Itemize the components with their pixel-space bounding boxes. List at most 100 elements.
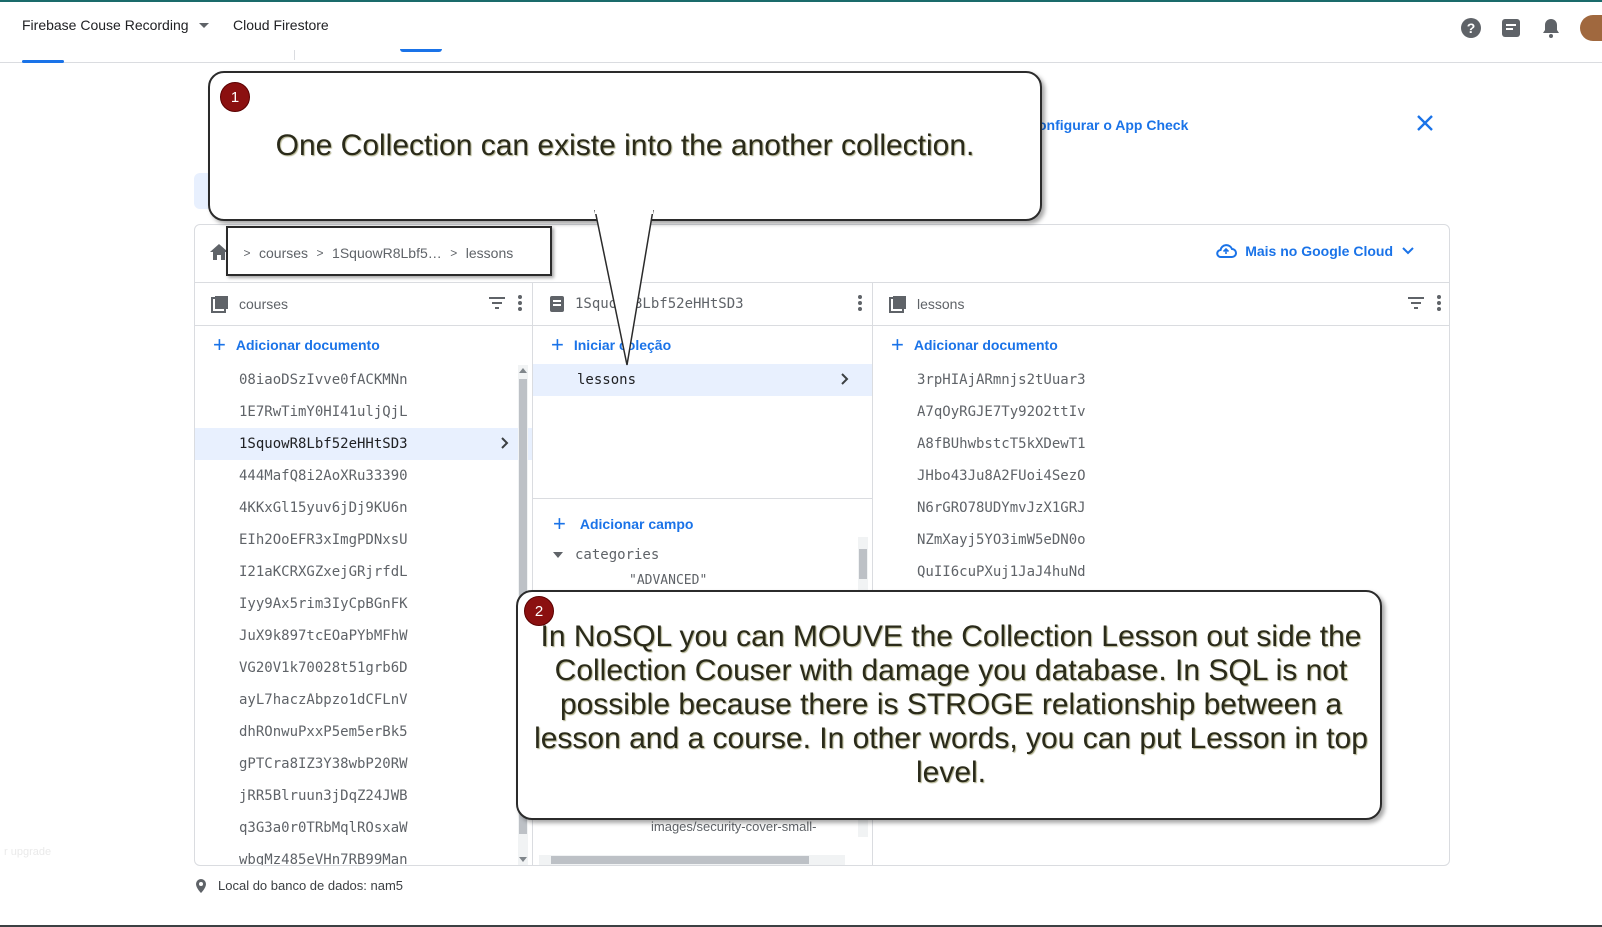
document-id: JHbo43Ju8A2FUoi4SezO — [917, 468, 1086, 484]
document-id: 08iaoDSzIvve0fACKMNn — [239, 372, 408, 388]
chevron-right-icon — [841, 373, 849, 385]
add-document-label: Adicionar documento — [913, 337, 1058, 353]
list-item[interactable]: 1E7RwTimY0HI41uljQjL — [195, 396, 532, 428]
add-field-button[interactable]: + Adicionar campo — [533, 505, 872, 543]
list-item[interactable]: NZmXayj5YO3imW5eDN0o — [873, 524, 1449, 556]
google-cloud-label: Mais no Google Cloud — [1245, 243, 1393, 259]
avatar[interactable] — [1580, 15, 1602, 41]
list-item[interactable]: A7qOyRGJE7Ty92O2ttIv — [873, 396, 1449, 428]
callout-2: 2 In NoSQL you can MOUVE the Collection … — [516, 590, 1382, 820]
google-cloud-link[interactable]: Mais no Google Cloud — [1215, 243, 1415, 259]
list-item[interactable]: EIh2OoEFR3xImgPDNxsU — [195, 524, 532, 556]
callout-1: 1 One Collection can existe into the ano… — [208, 71, 1042, 221]
plus-icon: + — [891, 332, 904, 357]
location-pin-icon — [196, 878, 206, 893]
column-title: lessons — [917, 296, 965, 312]
breadcrumb-highlight-box — [226, 226, 552, 276]
document-id: gPTCra8IZ3Y38wbP20RW — [239, 756, 408, 772]
more-vert-icon[interactable] — [858, 295, 862, 311]
list-item[interactable]: N6rGRO78UDYmvJzX1GRJ — [873, 492, 1449, 524]
tab-active-indicator — [22, 60, 64, 63]
list-item[interactable]: 3rpHIAjARmnjs2tUuar3 — [873, 364, 1449, 396]
document-id: A7qOyRGJE7Ty92O2ttIv — [917, 404, 1086, 420]
add-document-button[interactable]: + Adicionar documento — [195, 326, 532, 364]
top-icons: ? — [1460, 15, 1602, 41]
list-item[interactable]: dhROnwuPxxP5em5erBk5 — [195, 716, 532, 748]
feedback-icon[interactable] — [1500, 17, 1522, 39]
document-id: wbgMz485eVHn7RB99Man — [239, 852, 408, 866]
document-id: EIh2OoEFR3xImgPDNxsU — [239, 532, 408, 548]
document-id: N6rGRO78UDYmvJzX1GRJ — [917, 500, 1086, 516]
list-item[interactable]: JHbo43Ju8A2FUoi4SezO — [873, 460, 1449, 492]
more-vert-icon[interactable] — [1437, 295, 1441, 311]
app-check-link[interactable]: onfigurar o App Check — [1038, 117, 1188, 133]
document-id: NZmXayj5YO3imW5eDN0o — [917, 532, 1086, 548]
list-item[interactable]: Iyy9Ax5rim3IyCpBGnFK — [195, 588, 532, 620]
add-document-button[interactable]: + Adicionar documento — [873, 326, 1449, 364]
document-icon — [550, 296, 564, 312]
notifications-icon[interactable] — [1540, 17, 1562, 39]
list-item[interactable]: 4KKxGl15yuv6jDj9KU6n — [195, 492, 532, 524]
filter-icon[interactable] — [1407, 296, 1425, 310]
plus-icon: + — [551, 332, 564, 357]
document-id: 444MafQ8i2AoXRu33390 — [239, 468, 408, 484]
document-id: ayL7haczAbpzo1dCFLnV — [239, 692, 408, 708]
subcollection-name: lessons — [577, 372, 637, 388]
collection-column-courses: courses + Adicionar documento 08iaoDSzIv… — [195, 283, 533, 866]
add-document-label: Adicionar documento — [235, 337, 380, 353]
tab-bar-line — [0, 62, 1602, 63]
chevron-down-icon — [198, 22, 209, 28]
list-item[interactable]: wbgMz485eVHn7RB99Man — [195, 844, 532, 866]
list-item[interactable]: 1SquowR8Lbf52eHHtSD3 — [195, 428, 532, 460]
close-icon[interactable] — [1415, 113, 1435, 133]
tab-indicator-partial — [400, 49, 442, 52]
list-item[interactable]: q3G3a0r0TRbMqlROsxaW — [195, 812, 532, 844]
chevron-right-icon — [501, 437, 509, 449]
column-title: courses — [239, 296, 289, 312]
list-item[interactable]: 444MafQ8i2AoXRu33390 — [195, 460, 532, 492]
help-icon[interactable]: ? — [1460, 17, 1482, 39]
document-id: A8fBUhwbstcT5kXDewT1 — [917, 436, 1086, 452]
list-item[interactable]: VG20V1k70028t51grb6D — [195, 652, 532, 684]
filter-icon[interactable] — [488, 296, 506, 310]
document-id: 4KKxGl15yuv6jDj9KU6n — [239, 500, 408, 516]
document-list: 08iaoDSzIvve0fACKMNn 1E7RwTimY0HI41uljQjL… — [195, 364, 532, 866]
divider — [533, 498, 872, 499]
collection-icon — [211, 296, 228, 313]
list-item[interactable]: I21aKCRXGZxejGRjrfdL — [195, 556, 532, 588]
document-id: I21aKCRXGZxejGRjrfdL — [239, 564, 408, 580]
field-name: categories — [575, 547, 660, 563]
list-item[interactable]: jRR5Blruun3jDqZ24JWB — [195, 780, 532, 812]
more-vert-icon[interactable] — [518, 295, 522, 311]
project-name: Firebase Couse Recording — [22, 17, 189, 33]
callout-badge: 1 — [220, 82, 250, 112]
document-id: VG20V1k70028t51grb6D — [239, 660, 408, 676]
list-item[interactable]: gPTCra8IZ3Y38wbP20RW — [195, 748, 532, 780]
field-categories[interactable]: categories — [553, 547, 659, 563]
list-item[interactable]: 08iaoDSzIvve0fACKMNn — [195, 364, 532, 396]
database-location: Local do banco de dados: nam5 — [196, 878, 403, 893]
add-field-label: Adicionar campo — [579, 516, 694, 532]
document-id: 3rpHIAjARmnjs2tUuar3 — [917, 372, 1086, 388]
list-item[interactable]: ayL7haczAbpzo1dCFLnV — [195, 684, 532, 716]
document-id: JuX9k897tcEOaPYbMFhW — [239, 628, 408, 644]
horizontal-scrollbar[interactable] — [539, 855, 845, 865]
field-value: "ADVANCED" — [629, 573, 708, 588]
plus-icon: + — [213, 332, 226, 357]
document-id: Iyy9Ax5rim3IyCpBGnFK — [239, 596, 408, 612]
document-id: 1E7RwTimY0HI41uljQjL — [239, 404, 408, 420]
document-id: 1SquowR8Lbf52eHHtSD3 — [239, 436, 408, 452]
project-selector[interactable]: Firebase Couse Recording — [22, 17, 209, 33]
list-item[interactable]: A8fBUhwbstcT5kXDewT1 — [873, 428, 1449, 460]
tab-divider — [294, 50, 295, 60]
upgrade-text[interactable]: r upgrade — [4, 846, 51, 858]
expand-arrow-icon — [553, 552, 563, 558]
list-item[interactable]: QuII6cuPXuj1JaJ4huNd — [873, 556, 1449, 588]
document-id: jRR5Blruun3jDqZ24JWB — [239, 788, 408, 804]
chevron-down-icon — [1402, 247, 1414, 255]
product-name[interactable]: Cloud Firestore — [233, 17, 329, 33]
list-item[interactable]: JuX9k897tcEOaPYbMFhW — [195, 620, 532, 652]
callout-text: One Collection can existe into the anoth… — [275, 129, 975, 162]
callout-text: In NoSQL you can MOUVE the Collection Le… — [534, 620, 1368, 789]
collection-icon — [889, 296, 906, 313]
